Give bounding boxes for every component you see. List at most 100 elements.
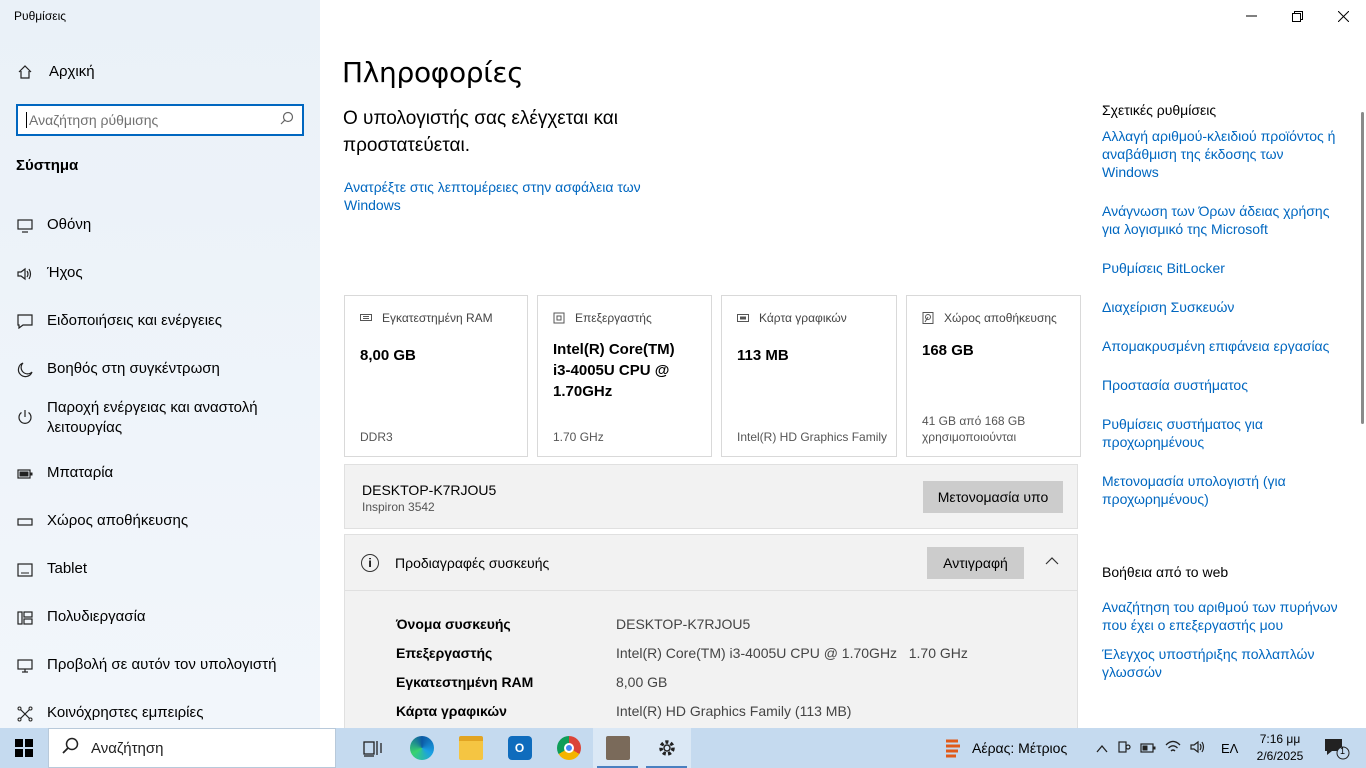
sidebar-item-focus-assist[interactable]: Βοηθός στη συγκέντρωση [16, 352, 312, 400]
clock[interactable]: 7:16 μμ 2/6/2025 [1250, 731, 1310, 765]
sidebar-item-multitasking[interactable]: Πολυδιεργασία [16, 600, 312, 648]
home-icon [16, 63, 33, 80]
help-link-languages[interactable]: Έλεγχος υποστήριξης πολλαπλών γλωσσών [1102, 645, 1342, 681]
table-row: Όνομα συσκευής DESKTOP-K7RJOU5 [396, 616, 968, 645]
multitasking-icon [16, 609, 33, 626]
sidebar-item-label: Μπαταρία [47, 464, 114, 481]
scrollbar[interactable] [1361, 112, 1364, 424]
related-settings: Σχετικές ρυθμίσεις Αλλαγή αριθμού-κλειδι… [1102, 102, 1342, 529]
sidebar-item-notifications[interactable]: Ειδοποιήσεις και ενέργειες [16, 304, 312, 352]
battery-icon[interactable] [1140, 741, 1156, 756]
protection-status: Ο υπολογιστής σας ελέγχεται και προστατε… [343, 108, 618, 156]
notification-center-button[interactable]: 1 [1324, 738, 1350, 765]
rename-pc-button[interactable]: Μετονομασία υπο [923, 481, 1063, 513]
weather-text: Αέρας: Μέτριος [972, 740, 1068, 756]
related-link-rename-advanced[interactable]: Μετονομασία υπολογιστή (για προχωρημένου… [1102, 472, 1342, 508]
sidebar-item-storage[interactable]: Χώρος αποθήκευσης [16, 504, 312, 552]
battery-icon [16, 465, 33, 482]
meet-now-icon[interactable] [1117, 740, 1131, 757]
card-label: Κάρτα γραφικών [759, 311, 847, 325]
volume-icon[interactable] [1190, 740, 1206, 757]
card-sub: 1.70 GHz [553, 430, 604, 444]
web-help-title: Βοήθεια από το web [1102, 564, 1229, 580]
related-link-device-manager[interactable]: Διαχείριση Συσκευών [1102, 298, 1342, 316]
minimize-icon [1245, 15, 1257, 17]
taskbar-search-placeholder: Αναζήτηση [91, 739, 164, 757]
minimize-button[interactable] [1228, 0, 1274, 32]
sidebar-item-home[interactable]: Αρχική [16, 62, 95, 80]
outlook-button[interactable]: O [495, 728, 544, 768]
sidebar-item-label: Ήχος [47, 264, 83, 281]
device-name-panel: DESKTOP-K7RJOU5 Inspiron 3542 Μετονομασί… [344, 464, 1078, 529]
home-label: Αρχική [49, 62, 95, 80]
taskbar-search[interactable]: Αναζήτηση [48, 728, 336, 768]
chevron-up-icon[interactable] [1045, 552, 1059, 568]
related-link-remote-desktop[interactable]: Απομακρυσμένη επιφάνεια εργασίας [1102, 337, 1342, 355]
cpu-icon [553, 312, 565, 324]
sidebar-item-label: Προβολή σε αυτόν τον υπολογιστή [47, 656, 277, 673]
related-link-advanced-settings[interactable]: Ρυθμίσεις συστήματος για προχωρημένους [1102, 415, 1342, 451]
related-link-bitlocker[interactable]: Ρυθμίσεις BitLocker [1102, 259, 1342, 277]
sidebar-item-battery[interactable]: Μπαταρία [16, 456, 312, 504]
card-value: 113 MB [737, 347, 789, 364]
device-specs-header[interactable]: i Προδιαγραφές συσκευής Αντιγραφή [345, 535, 1077, 591]
close-icon [1337, 10, 1349, 22]
sidebar-item-label: Βοηθός στη συγκέντρωση [47, 360, 220, 377]
ram-card: Εγκατεστημένη RAM 8,00 GB DDR3 [344, 295, 528, 457]
help-link-cores[interactable]: Αναζήτηση του αριθμού των πυρήνων που έχ… [1102, 598, 1342, 634]
related-link-system-protection[interactable]: Προστασία συστήματος [1102, 376, 1342, 394]
spec-value: 8,00 GB [616, 674, 668, 690]
section-title: Σύστημα [16, 157, 79, 174]
search-icon [61, 737, 79, 759]
restore-icon [1291, 10, 1303, 22]
table-row: Εγκατεστημένη RAM 8,00 GB [396, 674, 968, 703]
spec-value: Intel(R) Core(TM) i3-4005U CPU @ 1.70GHz… [616, 645, 968, 661]
storage-icon [16, 513, 33, 530]
clock-date: 2/6/2025 [1256, 749, 1304, 763]
task-view-button[interactable] [348, 728, 397, 768]
notification-count-badge: 1 [1340, 746, 1346, 756]
system-tray: ΕΛ [1096, 728, 1238, 768]
card-sub: Intel(R) HD Graphics Family [737, 430, 888, 444]
file-explorer-button[interactable] [446, 728, 495, 768]
weather-widget[interactable]: Αέρας: Μέτριος [944, 728, 1067, 768]
chevron-up-icon[interactable] [1096, 741, 1108, 756]
related-link-license-terms[interactable]: Ανάγνωση των Όρων άδειας χρήσης για λογι… [1102, 202, 1342, 238]
info-icon: i [361, 554, 379, 572]
card-sub: DDR3 [360, 430, 393, 444]
start-button[interactable] [0, 728, 48, 768]
app-button-running[interactable] [593, 728, 642, 768]
cpu-card: Επεξεργαστής Intel(R) Core(TM) i3-4005U … [537, 295, 712, 457]
sidebar-item-label: Ειδοποιήσεις και ενέργειες [47, 312, 222, 329]
sidebar-item-sound[interactable]: Ήχος [16, 256, 312, 304]
tablet-icon [16, 561, 33, 578]
taskbar: Αναζήτηση O Αέρας: Μέτριος ΕΛ 7:16 μμ 2/… [0, 728, 1366, 768]
chrome-button[interactable] [544, 728, 593, 768]
sidebar-item-label: Χώρος αποθήκευσης [47, 512, 189, 529]
copy-button[interactable]: Αντιγραφή [927, 547, 1024, 579]
restore-button[interactable] [1274, 0, 1320, 32]
related-link-product-key[interactable]: Αλλαγή αριθμού-κλειδιού προϊόντος ή αναβ… [1102, 127, 1342, 181]
edge-button[interactable] [397, 728, 446, 768]
wifi-icon[interactable] [1165, 740, 1181, 757]
chrome-icon [556, 736, 581, 760]
shared-icon [16, 705, 33, 722]
speaker-icon [16, 265, 33, 282]
notification-center-icon [1325, 739, 1350, 760]
windows-security-link[interactable]: Ανατρέξτε στις λεπτομέρειες στην ασφάλει… [344, 178, 674, 214]
sidebar-item-label: Πολυδιεργασία [47, 608, 146, 625]
close-button[interactable] [1320, 0, 1366, 32]
text-caret [26, 112, 27, 128]
search-icon[interactable] [280, 111, 294, 130]
settings-button[interactable] [642, 728, 691, 768]
settings-search-input[interactable] [29, 112, 280, 128]
sidebar-item-power-sleep[interactable]: Παροχή ενέργειας και αναστολή λειτουργία… [16, 398, 312, 456]
sidebar-item-label: Tablet [47, 560, 88, 577]
language-indicator[interactable]: ΕΛ [1221, 741, 1238, 756]
sidebar-item-projecting[interactable]: Προβολή σε αυτόν τον υπολογιστή [16, 648, 312, 696]
ram-icon [360, 312, 372, 324]
app-icon [605, 736, 630, 760]
settings-search-box[interactable] [16, 104, 304, 136]
sidebar-item-tablet[interactable]: Tablet [16, 552, 312, 600]
sidebar-item-display[interactable]: Οθόνη [16, 208, 312, 256]
